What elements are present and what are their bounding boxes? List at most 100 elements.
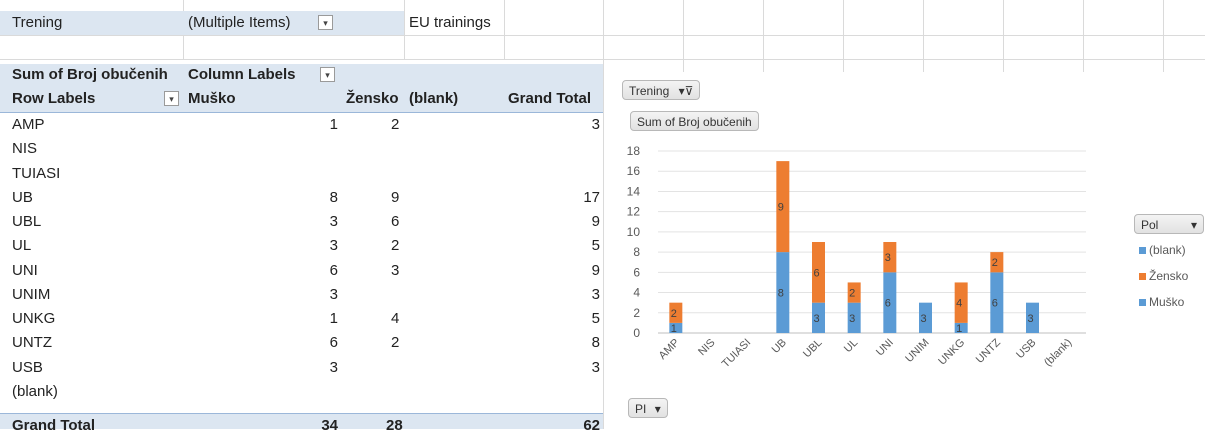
x-tick-label: NIS [696,337,717,358]
cell-zensko: 2 [391,116,400,133]
data-label: 3 [849,313,855,325]
x-tick-label: UL [842,337,860,355]
col-header-musko: Muško [188,90,236,107]
grid-line [404,0,405,60]
filter-value[interactable]: (Multiple Items) [188,11,291,35]
y-tick-label: 8 [633,245,640,259]
values-label: Sum of Broj obučenih [12,66,168,83]
y-tick-label: 14 [627,184,641,198]
grid-line [683,0,684,72]
cell-total: 5 [591,237,600,255]
x-tick-label: UNKG [936,337,967,368]
grid-line [504,0,505,60]
row-label: TUIASI [12,164,61,182]
x-tick-label: UNIM [903,337,931,365]
cell-musko: 6 [329,334,338,352]
x-tick-label: UB [770,337,789,356]
grand-total-zensko: 28 [386,417,403,434]
grid-line [923,0,924,72]
filter-dropdown-icon[interactable]: ▾ [318,15,333,30]
grand-total-total: 62 [583,417,600,434]
cell-total: 5 [591,310,600,327]
row-label: USB [12,358,43,376]
cell-total: 9 [591,261,600,279]
data-label: 4 [956,298,962,310]
cell-musko: 6 [329,261,338,279]
row-label: UNIM [12,285,51,303]
row-label: AMP [12,116,45,133]
cell-musko: 1 [329,310,338,327]
grand-total-label: Grand Total [12,417,96,434]
bar-chart-plot: 02468101214161812AMP NIS TUIASI89UB36UBL32… [627,144,1086,371]
cell-total: 3 [591,285,600,303]
pivot-chart[interactable]: Trening ▾⊽ Sum of Broj obučenih Pol ▾ PI… [606,72,1205,429]
row-labels-dropdown-icon[interactable]: ▾ [164,91,179,106]
cell-zensko: 3 [391,261,400,279]
cell-musko: 1 [329,116,338,133]
x-tick-label: TUIASI [720,337,754,371]
grand-total-musko: 34 [321,417,338,434]
cell-total: 17 [583,188,600,206]
grid-line [0,59,1205,60]
y-tick-label: 4 [633,286,640,300]
cell-musko: 8 [329,188,338,206]
grid-line [843,0,844,72]
grid-line [763,0,764,72]
row-label: UBL [12,213,42,230]
cell-musko: 3 [329,213,338,230]
eu-trainings-note: EU trainings [409,14,491,31]
cell-total: 9 [591,213,600,230]
y-tick-label: 0 [633,326,640,340]
grid-line [1083,0,1084,72]
cell-total: 3 [591,116,600,133]
data-label: 2 [849,288,855,300]
col-header-blank: (blank) [409,90,459,107]
cell-zensko: 4 [391,310,400,327]
col-header-grand-total: Grand Total [508,90,592,107]
cell-zensko: 2 [391,334,400,352]
data-label: 8 [778,288,784,300]
x-tick-label: USB [1014,337,1038,361]
cell-total: 3 [591,358,600,376]
x-tick-label: (blank) [1042,337,1074,369]
cell-total: 8 [591,334,600,352]
y-tick-label: 18 [627,144,641,158]
y-tick-label: 6 [633,265,640,279]
column-labels-dropdown-icon[interactable]: ▾ [320,67,335,82]
cell-musko: 3 [329,285,338,303]
y-tick-label: 2 [633,306,640,320]
col-header-zensko: Žensko [346,90,399,107]
x-tick-label: UBL [801,337,825,361]
grid-line [603,0,604,429]
cell-zensko: 2 [391,237,400,255]
cell-zensko: 6 [391,213,400,230]
row-label: NIS [12,140,38,158]
data-label: 3 [813,313,819,325]
y-tick-label: 16 [627,164,641,178]
data-label: 2 [671,308,677,320]
data-label: 3 [920,313,926,325]
grid-line [1163,0,1164,72]
x-tick-label: AMP [657,337,682,362]
column-labels-header: Column Labels [188,66,296,83]
row-label: UNKG [12,310,56,327]
data-label: 6 [992,298,998,310]
row-label: UNTZ [12,334,52,352]
row-label: UB [12,188,33,206]
data-label: 1 [671,323,677,335]
data-label: 3 [1027,313,1033,325]
filter-field-label: Trening [12,14,63,31]
data-label: 6 [885,298,891,310]
row-label: (blank) [12,382,58,400]
data-label: 2 [992,257,998,269]
data-label: 1 [956,323,962,335]
cell-musko: 3 [329,358,338,376]
y-tick-label: 12 [627,205,641,219]
x-tick-label: UNTZ [974,336,1003,365]
data-label: 9 [778,202,784,214]
row-label: UL [12,237,32,255]
x-tick-label: UNI [874,337,896,359]
data-label: 3 [885,252,891,264]
grid-line [1003,0,1004,72]
grid-line [0,35,1205,36]
